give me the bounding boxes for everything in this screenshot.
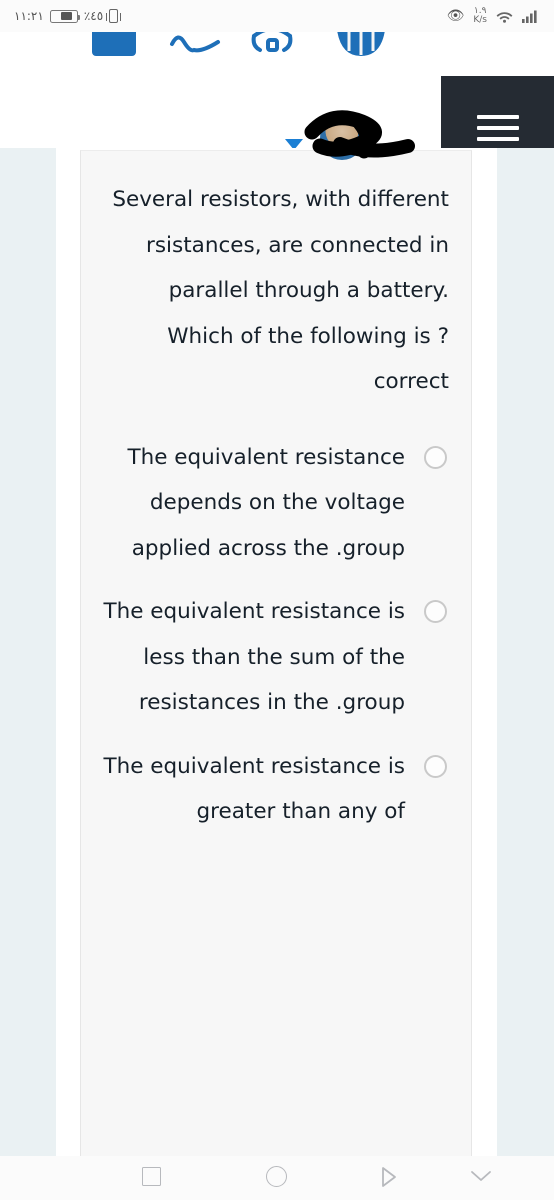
cellular-signal-icon xyxy=(522,10,537,23)
data-speed-unit: K/s xyxy=(473,15,487,25)
radio-button-icon[interactable] xyxy=(424,445,447,469)
recents-square-icon[interactable] xyxy=(142,1167,161,1186)
status-bar-right: 👁 ١.٩ K/s xyxy=(447,7,540,25)
wifi-icon xyxy=(496,11,513,23)
phone-screen: ١١:٢١ ٪٤٥ 👁 ١.٩ K/s Several resistors, w… xyxy=(0,0,554,1200)
status-time: ١١:٢١ xyxy=(14,9,44,23)
option-3[interactable]: The equivalent resistance is greater tha… xyxy=(103,744,449,835)
android-navigation-bar xyxy=(0,1156,554,1200)
eye-icon: 👁 xyxy=(446,8,465,24)
page-band-left xyxy=(0,148,56,1156)
option-label: The equivalent resistance depends on the… xyxy=(127,444,405,561)
anchor-icon[interactable] xyxy=(248,32,296,64)
collapse-chevron-icon[interactable] xyxy=(470,1169,492,1183)
back-button[interactable] xyxy=(380,1166,398,1188)
redaction-scribble xyxy=(300,110,430,162)
question-content: Several resistors, with different rsista… xyxy=(81,151,471,853)
option-2[interactable]: The equivalent resistance is less than t… xyxy=(103,589,449,726)
home-button[interactable] xyxy=(266,1166,287,1187)
hamburger-menu-panel[interactable] xyxy=(441,76,554,148)
page-band-right xyxy=(497,148,554,1156)
basket-icon[interactable] xyxy=(334,32,388,64)
vibrate-icon xyxy=(106,9,122,23)
status-bar: ١١:٢١ ٪٤٥ 👁 ١.٩ K/s xyxy=(0,0,554,32)
radio-button-icon[interactable] xyxy=(424,754,447,778)
data-speed-icon: ١.٩ K/s xyxy=(473,7,487,25)
app-toolbar xyxy=(0,32,554,148)
option-label: The equivalent resistance is greater tha… xyxy=(103,753,405,825)
status-bar-left: ١١:٢١ ٪٤٥ xyxy=(14,9,122,23)
options-list: The equivalent resistance depends on the… xyxy=(103,435,449,835)
signature-icon[interactable] xyxy=(168,32,222,64)
battery-icon xyxy=(49,9,81,23)
home-circle-icon[interactable] xyxy=(266,1166,287,1187)
option-1[interactable]: The equivalent resistance depends on the… xyxy=(103,435,449,572)
option-label: The equivalent resistance is less than t… xyxy=(103,599,405,715)
toolbar-icon-row xyxy=(0,32,554,64)
battery-percent: ٪٤٥ xyxy=(83,9,104,23)
back-triangle-icon[interactable] xyxy=(380,1166,398,1188)
recents-button[interactable] xyxy=(142,1167,161,1186)
bookmark-icon[interactable] xyxy=(88,32,140,64)
collapse-button[interactable] xyxy=(470,1169,492,1183)
radio-button-icon[interactable] xyxy=(424,600,447,623)
question-text: Several resistors, with different rsista… xyxy=(112,187,449,394)
hamburger-menu-icon[interactable] xyxy=(476,115,519,141)
question-card: Several resistors, with different rsista… xyxy=(80,150,472,1156)
